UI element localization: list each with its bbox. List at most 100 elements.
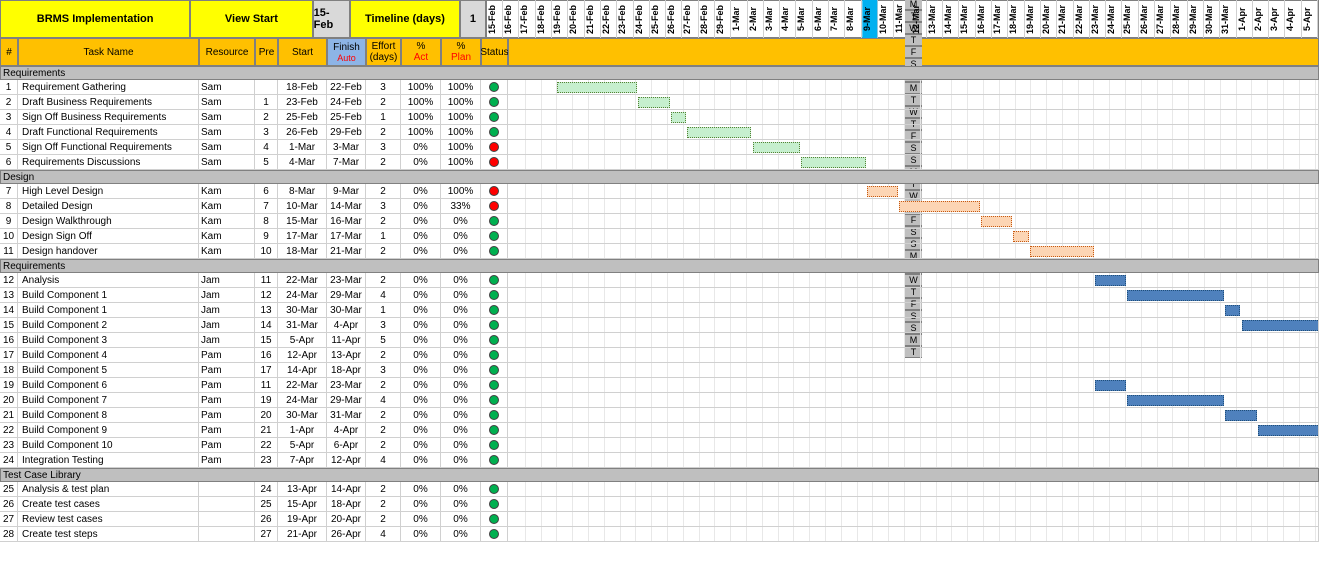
- col-start[interactable]: 4-Mar: [278, 155, 327, 169]
- col-num[interactable]: 12: [0, 273, 18, 287]
- col-effort[interactable]: 2: [366, 125, 401, 139]
- col-finish[interactable]: 9-Mar: [327, 184, 366, 198]
- col-name[interactable]: High Level Design: [18, 184, 199, 198]
- col-finish[interactable]: 18-Apr: [327, 497, 366, 511]
- col-plan[interactable]: 0%: [441, 527, 481, 541]
- col-start[interactable]: 19-Apr: [278, 512, 327, 526]
- col-finish[interactable]: 18-Apr: [327, 363, 366, 377]
- col-effort[interactable]: 3: [366, 140, 401, 154]
- col-name[interactable]: Build Component 9: [18, 423, 199, 437]
- col-res[interactable]: Sam: [199, 95, 255, 109]
- col-res[interactable]: Sam: [199, 140, 255, 154]
- col-plan[interactable]: 33%: [441, 199, 481, 213]
- col-plan[interactable]: 0%: [441, 288, 481, 302]
- col-start[interactable]: 7-Apr: [278, 453, 327, 467]
- col-act[interactable]: 0%: [401, 423, 441, 437]
- col-effort[interactable]: 2: [366, 95, 401, 109]
- task-row[interactable]: 17Build Component 4Pam1612-Apr13-Apr20%0…: [0, 348, 1319, 363]
- gantt-bar[interactable]: [1127, 290, 1224, 301]
- col-name[interactable]: Draft Business Requirements: [18, 95, 199, 109]
- gantt-bar[interactable]: [1225, 410, 1257, 421]
- col-pre[interactable]: 22: [255, 438, 278, 452]
- col-num[interactable]: 17: [0, 348, 18, 362]
- col-res[interactable]: Jam: [199, 303, 255, 317]
- task-row[interactable]: 3Sign Off Business RequirementsSam225-Fe…: [0, 110, 1319, 125]
- task-row[interactable]: 26Create test cases2515-Apr18-Apr20%0%: [0, 497, 1319, 512]
- col-pre[interactable]: 1: [255, 95, 278, 109]
- col-pre[interactable]: 2: [255, 110, 278, 124]
- col-effort[interactable]: 3: [366, 318, 401, 332]
- task-row[interactable]: 21Build Component 8Pam2030-Mar31-Mar20%0…: [0, 408, 1319, 423]
- col-res[interactable]: Pam: [199, 423, 255, 437]
- col-act[interactable]: 0%: [401, 244, 441, 258]
- col-start[interactable]: 1-Apr: [278, 423, 327, 437]
- gantt-bar[interactable]: [1095, 275, 1127, 286]
- col-finish[interactable]: 20-Apr: [327, 512, 366, 526]
- col-res[interactable]: Jam: [199, 318, 255, 332]
- col-start[interactable]: 15-Mar: [278, 214, 327, 228]
- task-row[interactable]: 23Build Component 10Pam225-Apr6-Apr20%0%: [0, 438, 1319, 453]
- col-start[interactable]: 24-Mar: [278, 393, 327, 407]
- task-row[interactable]: 19Build Component 6Pam1122-Mar23-Mar20%0…: [0, 378, 1319, 393]
- col-res[interactable]: Kam: [199, 244, 255, 258]
- col-name[interactable]: Sign Off Functional Requirements: [18, 140, 199, 154]
- col-plan[interactable]: 100%: [441, 184, 481, 198]
- col-effort[interactable]: 4: [366, 453, 401, 467]
- task-row[interactable]: 4Draft Functional RequirementsSam326-Feb…: [0, 125, 1319, 140]
- col-name[interactable]: Build Component 7: [18, 393, 199, 407]
- col-res[interactable]: Kam: [199, 199, 255, 213]
- col-act[interactable]: 0%: [401, 184, 441, 198]
- col-effort[interactable]: 1: [366, 229, 401, 243]
- col-res[interactable]: [199, 482, 255, 496]
- col-num[interactable]: 8: [0, 199, 18, 213]
- col-act[interactable]: 100%: [401, 125, 441, 139]
- col-res[interactable]: Jam: [199, 288, 255, 302]
- col-finish[interactable]: 16-Mar: [327, 214, 366, 228]
- col-name[interactable]: Design Walkthrough: [18, 214, 199, 228]
- col-start[interactable]: 30-Mar: [278, 408, 327, 422]
- col-pre[interactable]: 20: [255, 408, 278, 422]
- col-finish[interactable]: 24-Feb: [327, 95, 366, 109]
- col-res[interactable]: Sam: [199, 125, 255, 139]
- col-finish[interactable]: 29-Feb: [327, 125, 366, 139]
- task-row[interactable]: 25Analysis & test plan2413-Apr14-Apr20%0…: [0, 482, 1319, 497]
- col-plan[interactable]: 0%: [441, 482, 481, 496]
- col-plan[interactable]: 0%: [441, 244, 481, 258]
- col-res[interactable]: Kam: [199, 229, 255, 243]
- col-name[interactable]: Requirement Gathering: [18, 80, 199, 94]
- gantt-bar[interactable]: [1030, 246, 1094, 257]
- col-act[interactable]: 0%: [401, 378, 441, 392]
- col-finish[interactable]: 14-Apr: [327, 482, 366, 496]
- col-effort[interactable]: 2: [366, 273, 401, 287]
- col-finish[interactable]: 4-Apr: [327, 318, 366, 332]
- col-start[interactable]: 5-Apr: [278, 333, 327, 347]
- col-act[interactable]: 0%: [401, 229, 441, 243]
- col-plan[interactable]: 0%: [441, 273, 481, 287]
- col-effort[interactable]: 2: [366, 184, 401, 198]
- task-row[interactable]: 24Integration TestingPam237-Apr12-Apr40%…: [0, 453, 1319, 468]
- col-effort[interactable]: 4: [366, 288, 401, 302]
- col-act[interactable]: 100%: [401, 110, 441, 124]
- col-name[interactable]: Design Sign Off: [18, 229, 199, 243]
- col-res[interactable]: Pam: [199, 438, 255, 452]
- col-effort[interactable]: 2: [366, 482, 401, 496]
- col-pre[interactable]: 23: [255, 453, 278, 467]
- col-pre[interactable]: 24: [255, 482, 278, 496]
- col-act[interactable]: 0%: [401, 527, 441, 541]
- col-effort[interactable]: 2: [366, 348, 401, 362]
- col-name[interactable]: Analysis & test plan: [18, 482, 199, 496]
- col-start[interactable]: 10-Mar: [278, 199, 327, 213]
- gantt-bar[interactable]: [1242, 320, 1319, 331]
- col-act[interactable]: 0%: [401, 438, 441, 452]
- col-name[interactable]: Draft Functional Requirements: [18, 125, 199, 139]
- col-effort[interactable]: 2: [366, 244, 401, 258]
- col-plan[interactable]: 0%: [441, 214, 481, 228]
- col-finish[interactable]: 29-Mar: [327, 393, 366, 407]
- col-pre[interactable]: 21: [255, 423, 278, 437]
- col-res[interactable]: [199, 527, 255, 541]
- col-start[interactable]: 5-Apr: [278, 438, 327, 452]
- col-num[interactable]: 16: [0, 333, 18, 347]
- gantt-bar[interactable]: [899, 201, 980, 212]
- col-num[interactable]: 11: [0, 244, 18, 258]
- timeline-days[interactable]: 1: [460, 0, 486, 38]
